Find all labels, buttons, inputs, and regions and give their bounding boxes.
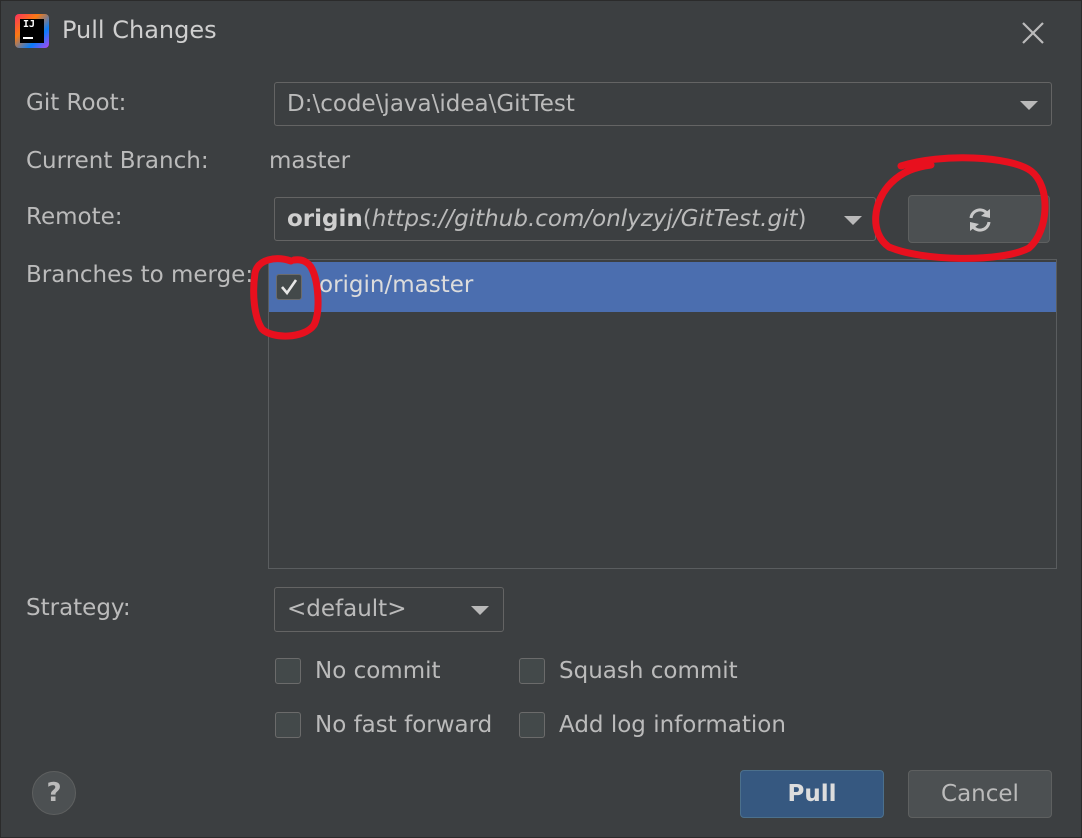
- remote-name: origin: [287, 206, 363, 232]
- squash-commit-label: Squash commit: [559, 658, 738, 684]
- checkmark-icon: [281, 279, 298, 296]
- current-branch-value: master: [269, 148, 351, 174]
- remote-dropdown[interactable]: origin(https://github.com/onlyzyj/GitTes…: [274, 197, 876, 241]
- intellij-idea-icon: IJ: [15, 14, 49, 48]
- no-commit-label: No commit: [315, 658, 441, 684]
- strategy-dropdown[interactable]: <default>: [274, 587, 504, 632]
- help-button[interactable]: ?: [32, 771, 76, 815]
- strategy-value: <default>: [287, 596, 407, 622]
- pull-button[interactable]: Pull: [740, 770, 884, 818]
- add-log-information-label: Add log information: [559, 712, 786, 738]
- chevron-down-icon: [844, 216, 862, 225]
- refresh-icon: [969, 208, 991, 232]
- close-button[interactable]: [1017, 17, 1049, 49]
- branches-to-merge-label: Branches to merge:: [26, 262, 254, 288]
- pull-changes-dialog: IJ Pull Changes Git Root: D:\code\java\i…: [0, 0, 1082, 838]
- remote-open-paren: (: [362, 206, 372, 232]
- title-bar: IJ Pull Changes: [1, 1, 1081, 63]
- chevron-down-icon: [1020, 101, 1038, 110]
- no-fast-forward-checkbox[interactable]: [275, 712, 301, 738]
- git-root-label: Git Root:: [26, 90, 127, 116]
- git-root-dropdown[interactable]: D:\code\java\idea\GitTest: [274, 82, 1052, 126]
- cancel-button[interactable]: Cancel: [908, 770, 1052, 818]
- current-branch-label: Current Branch:: [26, 148, 209, 174]
- list-item[interactable]: origin/master: [269, 262, 1056, 312]
- git-root-value: D:\code\java\idea\GitTest: [287, 91, 575, 117]
- remote-url: https://github.com/onlyzyj/GitTest.git: [371, 206, 798, 232]
- no-commit-checkbox[interactable]: [275, 658, 301, 684]
- strategy-label: Strategy:: [26, 595, 131, 621]
- window-title: Pull Changes: [62, 16, 217, 44]
- remote-label: Remote:: [26, 204, 123, 230]
- branch-label: origin/master: [319, 272, 474, 298]
- add-log-information-checkbox[interactable]: [519, 712, 545, 738]
- branches-list[interactable]: origin/master: [268, 259, 1057, 569]
- squash-commit-checkbox[interactable]: [519, 658, 545, 684]
- no-fast-forward-label: No fast forward: [315, 712, 493, 738]
- chevron-down-icon: [471, 606, 489, 615]
- remote-close-paren: ): [797, 206, 807, 232]
- close-icon: [1022, 22, 1044, 44]
- branch-checkbox[interactable]: [276, 274, 302, 300]
- refresh-remote-button[interactable]: [908, 195, 1050, 243]
